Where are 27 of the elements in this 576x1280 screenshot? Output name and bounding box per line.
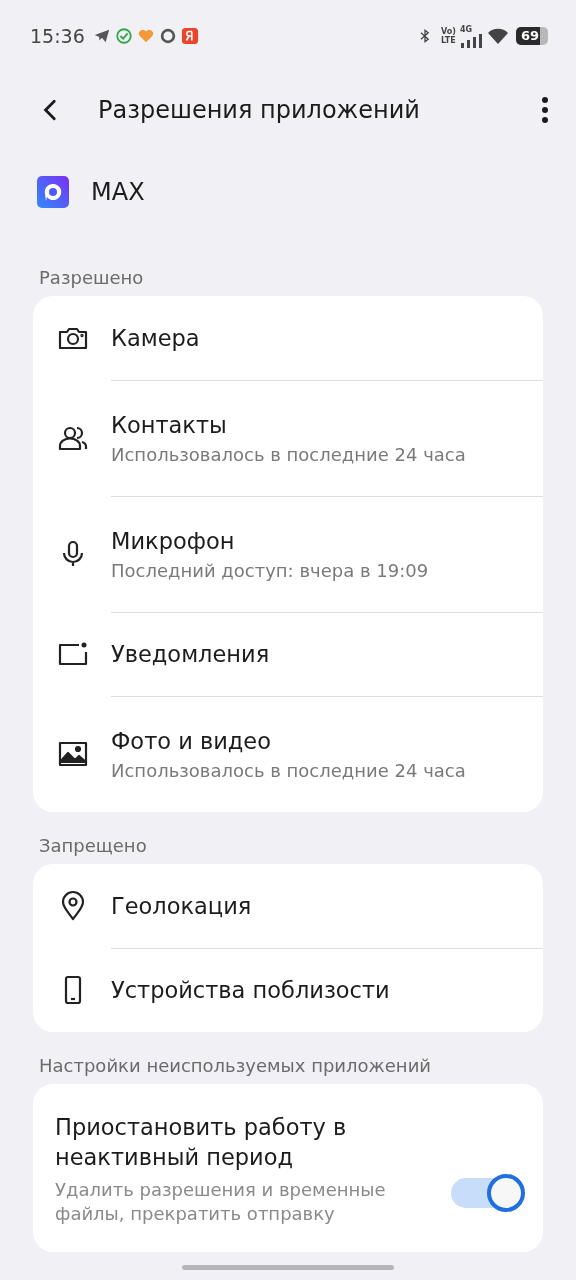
permission-item[interactable]: Уведомления <box>33 612 543 696</box>
app-name: MAX <box>91 178 145 206</box>
setting-title: Приостановить работу в неактивный период <box>55 1113 348 1172</box>
battery-icon: 69 <box>516 27 548 45</box>
ring-icon <box>158 27 177 45</box>
volte-label: Vo) <box>441 27 456 36</box>
permission-item[interactable]: Микрофон Последний доступ: вчера в 19:09 <box>33 496 543 612</box>
app-badge-icon <box>180 27 199 45</box>
setting-description: Удалить разрешения и временные файлы, прекратить отправку <box>55 1178 387 1226</box>
permission-item[interactable]: Геолокация <box>33 864 543 948</box>
network-type-label: 4G <box>460 24 473 34</box>
wifi-icon <box>486 26 510 46</box>
page-title: Разрешения приложений <box>98 96 421 124</box>
permission-item[interactable]: Камера <box>33 296 543 380</box>
signal-icon <box>460 33 482 48</box>
app-logo-icon <box>37 176 69 208</box>
permission-item[interactable]: Контакты Использовалось в последние 24 часа <box>33 380 543 496</box>
heart-icon <box>136 27 155 45</box>
permission-item[interactable]: Устройства поблизости <box>33 948 543 1032</box>
permission-item[interactable]: Фото и видео Использовалось в последние 24 часа <box>33 696 543 812</box>
section-header: Разрешено <box>38 265 145 290</box>
check-circle-icon <box>114 27 133 45</box>
section-header: Настройки неиспользуемых приложений <box>38 1053 433 1078</box>
more-vertical-icon <box>542 97 548 123</box>
section-header: Запрещено <box>38 833 148 858</box>
lte-label: LTE <box>441 36 456 45</box>
status-time: 15:36 <box>30 25 85 47</box>
